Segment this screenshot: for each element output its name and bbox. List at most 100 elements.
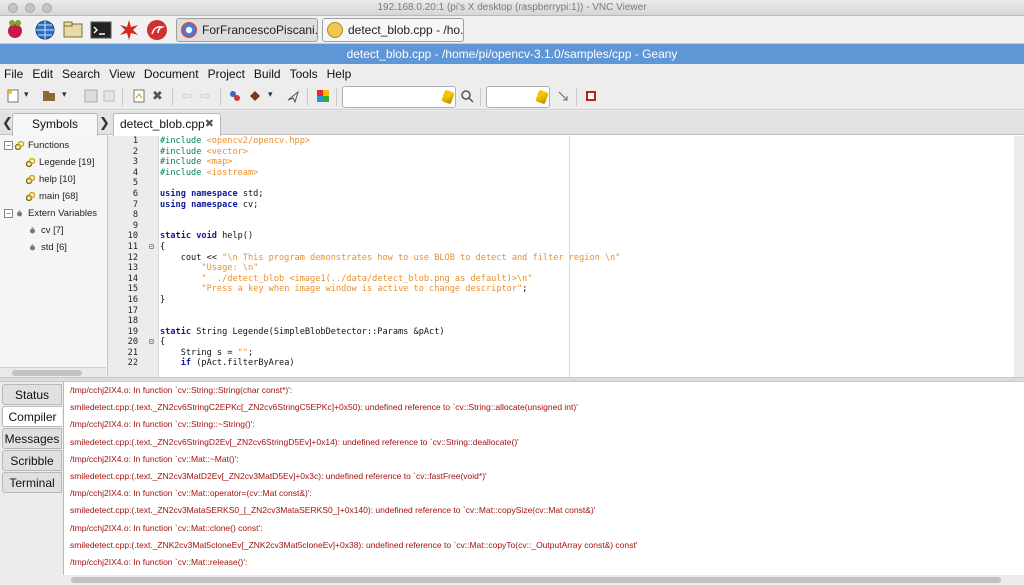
quit-icon[interactable] xyxy=(584,89,598,103)
compiler-message[interactable]: smiledetect.cpp:(.text._ZNK2cv3Mat5clone… xyxy=(64,537,1024,554)
message-tab-bar: Status Compiler Messages Scribble Termin… xyxy=(0,382,64,585)
tab-scribble[interactable]: Scribble xyxy=(2,450,62,471)
compiler-horizontal-scrollbar[interactable] xyxy=(63,575,1024,585)
toolbar-separator xyxy=(220,88,221,106)
goto-line-input[interactable] xyxy=(486,86,550,108)
toolbar-separator xyxy=(307,88,308,106)
scrollbar-thumb[interactable] xyxy=(12,370,82,376)
line-number: 10 xyxy=(127,231,138,242)
compiler-message[interactable]: /tmp/cchj2IX4.o: In function `cv::Mat::~… xyxy=(64,451,1024,468)
tab-compiler[interactable]: Compiler xyxy=(2,406,62,427)
color-chooser-icon[interactable] xyxy=(316,89,330,103)
compile-icon[interactable] xyxy=(228,89,242,103)
close-file-icon[interactable]: ✖ xyxy=(152,89,166,103)
sidebar-horizontal-scrollbar[interactable] xyxy=(0,367,106,377)
build-icon[interactable] xyxy=(248,89,262,103)
navigate-back-icon[interactable]: ⇦ xyxy=(182,89,196,103)
save-all-icon[interactable] xyxy=(102,89,116,103)
tab-status[interactable]: Status xyxy=(2,384,62,405)
compiler-message[interactable]: smiledetect.cpp:(.text._ZN2cv6StringD2Ev… xyxy=(64,434,1024,451)
menu-build[interactable]: Build xyxy=(254,67,281,81)
tree-item-extern-variables[interactable]: − Extern Variables xyxy=(0,205,106,222)
navigate-forward-icon[interactable]: ⇨ xyxy=(200,89,214,103)
compiler-message[interactable]: smiledetect.cpp:(.text._ZN2cv6StringC2EP… xyxy=(64,399,1024,416)
menu-project[interactable]: Project xyxy=(208,67,245,81)
tree-item-help[interactable]: help [10] xyxy=(0,171,106,188)
fold-marker-icon[interactable]: ⊟ xyxy=(149,337,154,346)
line-number: 14 xyxy=(127,273,138,284)
compiler-message[interactable]: smiledetect.cpp:(.text._ZN2cv3MataSERKS0… xyxy=(64,502,1024,519)
goto-line-icon[interactable] xyxy=(556,89,570,103)
variable-icon xyxy=(30,227,35,234)
geany-icon xyxy=(327,22,343,38)
open-file-icon[interactable] xyxy=(42,89,56,103)
toolbar-separator xyxy=(576,88,577,106)
clear-search-icon[interactable] xyxy=(441,89,455,105)
close-tab-icon[interactable]: ✖ xyxy=(205,114,214,135)
new-file-icon[interactable] xyxy=(6,89,20,103)
taskbar-task-geany[interactable]: detect_blob.cpp - /ho... xyxy=(322,18,464,42)
tab-detect-blob[interactable]: detect_blob.cpp ✖ xyxy=(113,113,221,136)
new-file-dropdown-icon[interactable]: ▾ xyxy=(24,89,38,103)
menu-tools[interactable]: Tools xyxy=(290,67,318,81)
search-input[interactable] xyxy=(342,86,456,108)
line-number: 18 xyxy=(127,316,138,327)
tree-item-functions[interactable]: − Functions xyxy=(0,137,106,154)
taskbar-task-label: detect_blob.cpp - /ho... xyxy=(348,23,464,37)
tree-item-legende[interactable]: Legende [19] xyxy=(0,154,106,171)
menu-edit[interactable]: Edit xyxy=(32,67,53,81)
compiler-message[interactable]: smiledetect.cpp:(.text._ZN2cv3MatD2Ev[_Z… xyxy=(64,468,1024,485)
line-number: 21 xyxy=(127,347,138,358)
raspberry-menu-icon[interactable] xyxy=(4,19,26,41)
code-area[interactable]: #include <opencv2/opencv.hpp> #include <v… xyxy=(159,136,1024,377)
menu-document[interactable]: Document xyxy=(144,67,199,81)
compiler-message[interactable]: /tmp/cchj2IX4.o: In function `cv::String… xyxy=(64,382,1024,399)
collapse-icon[interactable]: − xyxy=(4,141,13,150)
scrollbar-thumb[interactable] xyxy=(71,577,1001,583)
web-browser-icon[interactable] xyxy=(34,19,56,41)
vnc-viewer-window: 192.168.0.20:1 (pi's X desktop (raspberr… xyxy=(0,0,1024,585)
execute-icon[interactable] xyxy=(286,89,300,103)
tab-messages[interactable]: Messages xyxy=(2,428,62,449)
open-file-dropdown-icon[interactable]: ▾ xyxy=(62,89,76,103)
tree-item-label: Functions xyxy=(28,140,70,151)
line-number: 6 xyxy=(132,188,138,199)
compiler-output[interactable]: /tmp/cchj2IX4.o: In function `cv::String… xyxy=(63,382,1024,575)
clear-goto-icon[interactable] xyxy=(535,89,549,105)
function-icon xyxy=(26,175,35,184)
tab-symbols[interactable]: Symbols xyxy=(12,113,98,136)
compiler-message[interactable]: /tmp/cchj2IX4.o: In function `cv::Mat::o… xyxy=(64,485,1024,502)
compiler-message[interactable]: /tmp/cchj2IX4.o: In function `cv::String… xyxy=(64,416,1024,433)
tab-terminal[interactable]: Terminal xyxy=(2,472,62,493)
line-number: 15 xyxy=(127,284,138,295)
save-file-icon[interactable] xyxy=(84,89,98,103)
menu-search[interactable]: Search xyxy=(62,67,100,81)
search-icon[interactable] xyxy=(460,89,474,103)
taskbar-task-browser[interactable]: ForFrancescoPiscani... xyxy=(176,18,318,42)
tree-item-label: Legende [19] xyxy=(39,157,95,168)
menu-view[interactable]: View xyxy=(109,67,135,81)
compiler-message[interactable]: /tmp/cchj2IX4.o: In function `cv::Mat::r… xyxy=(64,554,1024,571)
tree-item-cv[interactable]: cv [7] xyxy=(0,222,106,239)
fold-marker-icon[interactable]: ⊟ xyxy=(149,242,154,251)
function-icon xyxy=(26,192,35,201)
revert-file-icon[interactable] xyxy=(132,89,146,103)
message-window: Status Compiler Messages Scribble Termin… xyxy=(0,382,1024,585)
editor-vertical-scrollbar[interactable] xyxy=(1014,136,1024,377)
mathematica-icon[interactable] xyxy=(118,19,140,41)
file-manager-icon[interactable] xyxy=(62,19,84,41)
terminal-icon[interactable] xyxy=(90,19,112,41)
tree-item-main[interactable]: main [68] xyxy=(0,188,106,205)
code-line: { xyxy=(160,337,166,348)
compiler-message[interactable]: /tmp/cchj2IX4.o: In function `cv::Mat::c… xyxy=(64,520,1024,537)
geany-title-bar: detect_blob.cpp - /home/pi/opencv-3.1.0/… xyxy=(0,44,1024,64)
collapse-icon[interactable]: − xyxy=(4,209,13,218)
wolfram-icon[interactable] xyxy=(146,19,168,41)
tree-item-label: cv [7] xyxy=(41,225,64,236)
tree-item-std[interactable]: std [6] xyxy=(0,239,106,256)
menu-file[interactable]: File xyxy=(4,67,23,81)
build-dropdown-icon[interactable]: ▾ xyxy=(268,89,282,103)
menu-help[interactable]: Help xyxy=(327,67,352,81)
